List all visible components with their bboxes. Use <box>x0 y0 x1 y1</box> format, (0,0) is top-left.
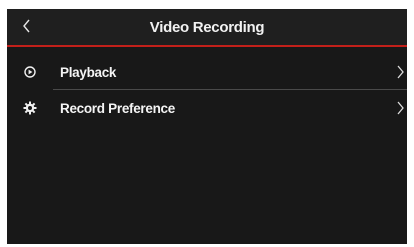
play-circle-icon <box>24 66 36 78</box>
menu-item-record-preference[interactable]: Record Preference <box>7 91 407 125</box>
menu-item-label: Record Preference <box>60 100 175 116</box>
chevron-right-icon <box>397 101 404 115</box>
page-title: Video Recording <box>149 18 265 36</box>
gear-icon <box>23 101 37 115</box>
header-bar: Video Recording <box>7 9 407 45</box>
header-accent-line <box>7 45 407 47</box>
menu-divider <box>53 89 407 90</box>
chevron-right-icon <box>397 65 404 79</box>
menu-item-playback[interactable]: Playback <box>7 55 407 89</box>
menu-item-label: Playback <box>60 64 117 80</box>
device-screen: Video Recording Playback Record Preferen… <box>7 9 407 244</box>
